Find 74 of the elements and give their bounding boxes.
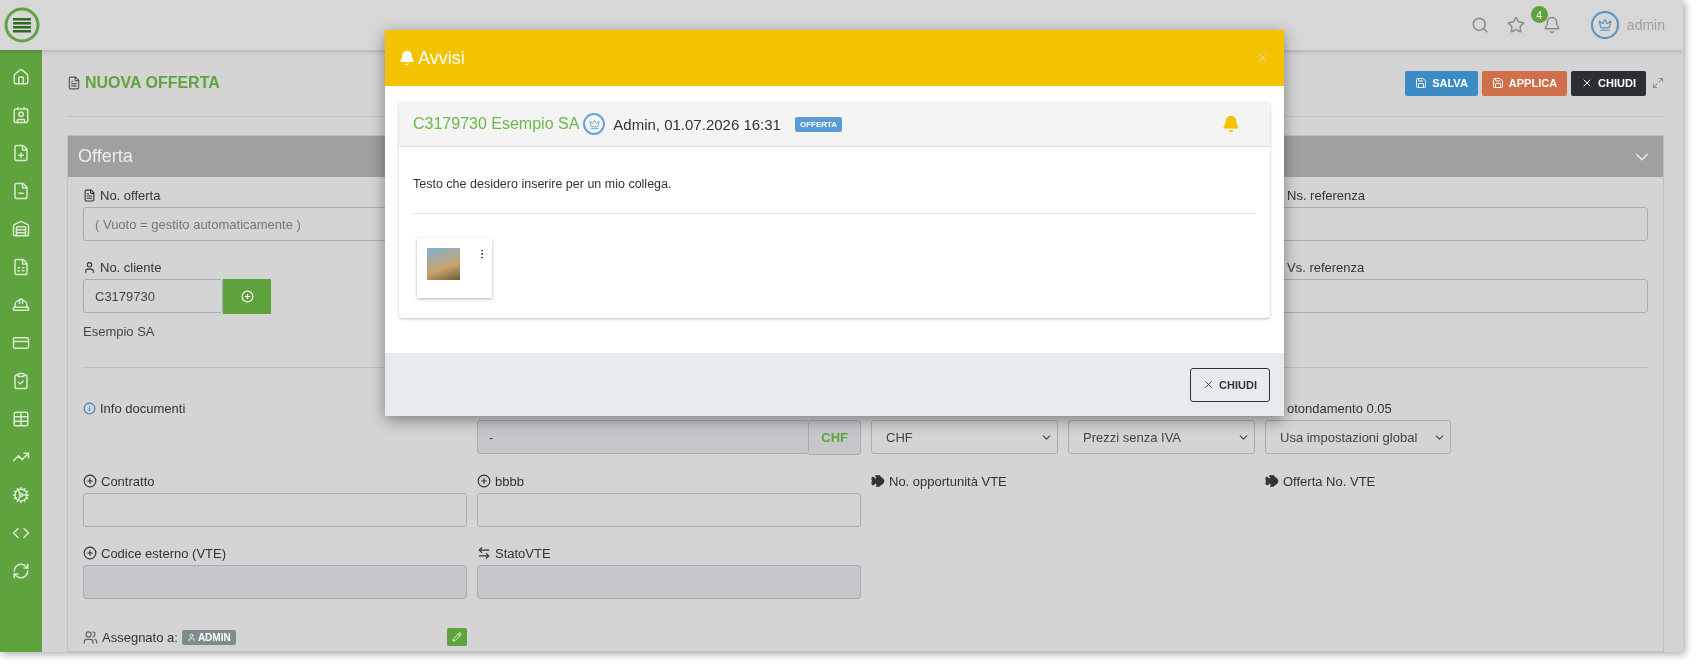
page-title: NUOVA OFFERTA (85, 74, 220, 92)
field-label: No. opportunità VTE (889, 473, 1007, 489)
field-label: Ns. referenza (1286, 186, 1367, 205)
search-icon[interactable] (1470, 16, 1489, 34)
field-label: otondamento 0.05 (1286, 399, 1393, 418)
plus-circle-icon (83, 546, 97, 560)
user-icon (186, 632, 196, 642)
rounding-select[interactable]: Usa impostazioni global (1265, 420, 1451, 454)
field-label: Codice esterno (VTE) (101, 545, 226, 561)
clipboard-icon[interactable] (12, 372, 30, 390)
field-label: Info documenti (100, 400, 186, 416)
contact-card-icon[interactable] (12, 106, 30, 124)
edit-button[interactable] (447, 628, 467, 646)
currency-select[interactable]: CHF (871, 420, 1058, 454)
notification-count: 4 (1530, 6, 1548, 23)
save-button[interactable]: SALVA (1405, 70, 1478, 96)
add-customer-button[interactable] (223, 279, 271, 314)
info-icon (83, 401, 96, 415)
field-label: bbbb (495, 473, 524, 489)
credit-card-icon[interactable] (12, 334, 30, 352)
file-plus-icon[interactable] (12, 144, 30, 162)
worker-icon[interactable] (12, 296, 30, 314)
notification-author: Admin, 01.07.2026 16:31 (613, 115, 781, 133)
spreadsheet-icon[interactable] (12, 258, 30, 276)
field-label: No. offerta (100, 187, 161, 203)
price-select[interactable]: Prezzi senza IVA (1068, 420, 1255, 454)
document-icon (67, 76, 81, 90)
currency-addon: CHF (809, 420, 861, 455)
field-label: Vs. referenza (1286, 258, 1366, 277)
table-icon[interactable] (12, 410, 30, 428)
avatar-icon[interactable] (1590, 11, 1619, 39)
gear-icon[interactable] (12, 486, 30, 504)
field-label: Assegnato a: (102, 628, 178, 647)
bell-icon (399, 50, 415, 66)
dialog-title: Avvisi (418, 47, 465, 69)
close-button[interactable]: CHIUDI (1190, 367, 1270, 402)
customer-number-field[interactable]: C3179730 (83, 279, 223, 313)
save-icon (1491, 77, 1504, 89)
customer-name: Esempio SA (83, 324, 156, 339)
pencil-icon (452, 632, 462, 642)
expand-icon[interactable] (1652, 77, 1664, 89)
plus-circle-icon (240, 290, 254, 303)
fish-icon (1265, 474, 1279, 488)
star-icon[interactable] (1506, 16, 1525, 34)
home-icon[interactable] (12, 68, 30, 86)
panel-title: Offerta (78, 146, 133, 167)
menu-logo-icon[interactable] (4, 7, 40, 43)
field-label: Offerta No. VTE (1283, 473, 1376, 489)
plus-circle-icon (477, 474, 491, 488)
file-minus-icon[interactable] (12, 182, 30, 200)
field-label: Contratto (101, 473, 155, 489)
field-label: No. cliente (100, 259, 162, 275)
photo-placeholder (427, 248, 460, 280)
close-icon (1203, 379, 1215, 390)
warehouse-icon[interactable] (12, 220, 30, 238)
crown-avatar-icon (583, 113, 606, 135)
document-icon (83, 188, 96, 202)
refresh-icon[interactable] (12, 562, 30, 580)
text-field[interactable] (83, 493, 467, 527)
bell-icon (1222, 115, 1240, 133)
notification-text: Testo che desidero inserire per un mio collega. (413, 177, 673, 191)
close-button[interactable]: CHIUDI (1571, 70, 1646, 96)
save-icon (1415, 77, 1428, 89)
users-icon (83, 629, 98, 645)
fish-icon (871, 474, 885, 488)
document-tag: OFFERTA (794, 116, 843, 132)
field-label: StatoVTE (495, 545, 551, 561)
arrows-icon (477, 546, 491, 560)
plus-circle-icon (83, 474, 97, 488)
user-icon (83, 260, 96, 274)
text-field[interactable] (477, 493, 861, 527)
bell-icon[interactable] (1542, 16, 1561, 34)
user-tag: ADMIN (181, 629, 236, 645)
apply-button[interactable]: APPLICA (1481, 70, 1568, 96)
